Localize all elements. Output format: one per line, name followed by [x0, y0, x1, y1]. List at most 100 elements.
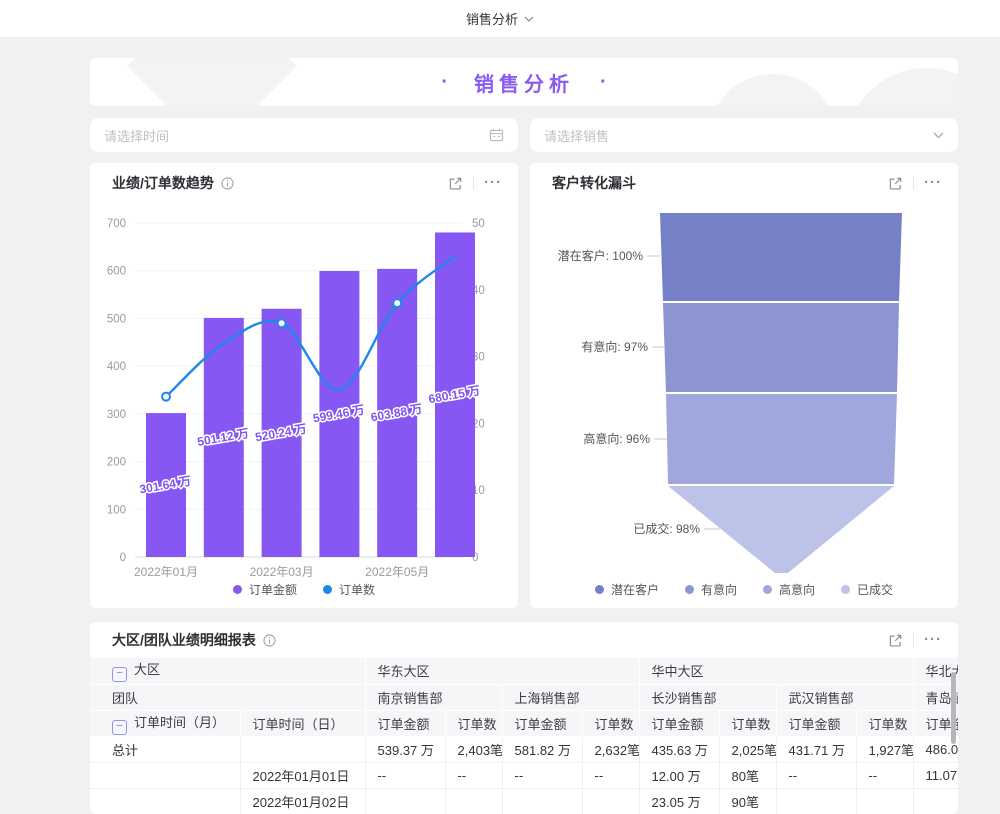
- value-cell: 581.82 万: [502, 736, 582, 762]
- metric-header: 订单数: [582, 710, 639, 736]
- top-bar: 销售分析: [0, 0, 1000, 38]
- legend-dot-icon: [841, 585, 850, 594]
- value-cell: --: [856, 762, 913, 788]
- table-row-team: 团队 南京销售部上海销售部长沙销售部武汉销售部青岛销售部: [90, 684, 958, 710]
- sales-select-input[interactable]: 请选择销售: [530, 118, 958, 152]
- team-header: 南京销售部: [365, 684, 502, 710]
- metric-header: 订单金额: [365, 710, 445, 736]
- more-menu-icon[interactable]: ···: [924, 635, 942, 645]
- team-header: 武汉销售部: [776, 684, 913, 710]
- legend-item[interactable]: 潜在客户: [595, 581, 659, 598]
- export-icon[interactable]: [888, 633, 903, 648]
- app-title[interactable]: 销售分析: [466, 9, 518, 28]
- table-row-metrics: 订单时间（月） 订单时间（日） 订单金额订单数订单金额订单数订单金额订单数订单金…: [90, 710, 958, 736]
- value-cell: [582, 788, 639, 814]
- svg-text:400: 400: [107, 361, 126, 373]
- info-icon[interactable]: [263, 634, 276, 647]
- page-title: 销售分析: [474, 68, 574, 97]
- metric-header: 订单数: [856, 710, 913, 736]
- value-cell: [776, 788, 856, 814]
- legend-item[interactable]: 已成交: [841, 581, 893, 598]
- report-table-scroll-area[interactable]: 大区 华东大区 华中大区 华北大区 团队 南京销售部上海销售部长沙销售部武汉销售…: [90, 658, 958, 814]
- legend-item[interactable]: 有意向: [685, 581, 737, 598]
- metric-header: 订单数: [719, 710, 776, 736]
- team-header: 上海销售部: [502, 684, 639, 710]
- time-select-placeholder: 请选择时间: [104, 126, 169, 145]
- order-day-cell: 2022年01月02日: [240, 788, 365, 814]
- value-cell: 23.05 万: [639, 788, 719, 814]
- value-cell: 2,025笔: [719, 736, 776, 762]
- value-cell: 2,403笔: [445, 736, 502, 762]
- value-cell: 11.07: [913, 762, 958, 788]
- order-month-cell: [90, 762, 240, 788]
- value-cell: 539.37 万: [365, 736, 445, 762]
- funnel-stage[interactable]: [666, 394, 897, 484]
- legend-dot-icon: [685, 585, 694, 594]
- table-row: 2022年01月01日--------12.00 万80笔----11.07: [90, 762, 958, 788]
- svg-text:300: 300: [107, 409, 126, 421]
- calendar-icon: [489, 128, 504, 142]
- table-row-region: 大区 华东大区 华中大区 华北大区: [90, 658, 958, 684]
- svg-text:500: 500: [107, 313, 126, 325]
- banner: · 销售分析 ·: [90, 58, 958, 106]
- legend-item-order-count[interactable]: 订单数: [323, 581, 375, 598]
- collapse-icon[interactable]: [112, 720, 127, 735]
- value-cell: [502, 788, 582, 814]
- metric-header: 订单金额: [776, 710, 856, 736]
- region-corner-cell: 大区: [90, 658, 365, 684]
- value-cell: --: [502, 762, 582, 788]
- time-select-input[interactable]: 请选择时间: [90, 118, 518, 152]
- value-cell: [445, 788, 502, 814]
- more-menu-icon[interactable]: ···: [924, 178, 942, 188]
- order-month-header: 订单时间（月）: [90, 710, 240, 736]
- order-day-cell: 2022年01月01日: [240, 762, 365, 788]
- svg-text:高意向: 96%: 高意向: 96%: [583, 431, 650, 446]
- legend-dot-icon: [763, 585, 772, 594]
- svg-text:600: 600: [107, 266, 126, 278]
- table-row: 2022年01月02日 23.05 万90笔: [90, 788, 958, 814]
- value-cell: 431.71 万: [776, 736, 856, 762]
- value-cell: --: [445, 762, 502, 788]
- table-row: 总计539.37 万2,403笔581.82 万2,632笔435.63 万2,…: [90, 736, 958, 762]
- funnel-stage[interactable]: [668, 486, 894, 573]
- svg-text:有意向: 97%: 有意向: 97%: [581, 339, 648, 354]
- funnel-chart-card: 客户转化漏斗 ··· 潜在客户: 100% 有意向: 97% 高意向: 96% 已成交…: [530, 163, 958, 608]
- funnel-chart-title: 客户转化漏斗: [552, 173, 636, 193]
- funnel-stage[interactable]: [660, 213, 902, 301]
- svg-text:已成交: 98%: 已成交: 98%: [633, 521, 700, 536]
- legend-label: 有意向: [701, 581, 737, 598]
- export-icon[interactable]: [888, 176, 903, 191]
- value-cell: 90笔: [719, 788, 776, 814]
- value-cell: 12.00 万: [639, 762, 719, 788]
- funnel-stage[interactable]: [663, 303, 899, 392]
- order-month-cell: [90, 788, 240, 814]
- legend-dot-icon: [323, 585, 332, 594]
- legend-item[interactable]: 高意向: [763, 581, 815, 598]
- svg-text:0: 0: [120, 552, 126, 564]
- legend-item-order-amount[interactable]: 订单金额: [233, 581, 297, 598]
- report-table-title: 大区/团队业绩明细报表: [112, 630, 256, 650]
- value-cell: --: [365, 762, 445, 788]
- value-cell: --: [776, 762, 856, 788]
- team-header: 长沙销售部: [639, 684, 776, 710]
- chevron-down-icon[interactable]: [524, 16, 534, 22]
- report-table: 大区 华东大区 华中大区 华北大区 团队 南京销售部上海销售部长沙销售部武汉销售…: [90, 658, 958, 814]
- collapse-icon[interactable]: [112, 667, 127, 682]
- trend-chart: 010020030040050060070001020304050301.64 …: [90, 163, 518, 608]
- info-icon[interactable]: [221, 177, 234, 190]
- funnel-legend: 潜在客户 有意向 高意向 已成交: [530, 581, 958, 598]
- legend-label: 高意向: [779, 581, 815, 598]
- banner-right-dot: ·: [600, 71, 607, 94]
- legend-label: 订单数: [339, 581, 375, 598]
- more-menu-icon[interactable]: ···: [484, 178, 502, 188]
- report-table-card: 大区/团队业绩明细报表 ··· 大区 华东大区 华中大: [90, 622, 958, 814]
- banner-decoration-dome: [708, 74, 838, 106]
- sales-select-placeholder: 请选择销售: [544, 126, 609, 145]
- svg-text:潜在客户: 100%: 潜在客户: 100%: [558, 248, 644, 263]
- region-header: 华中大区: [639, 658, 913, 684]
- export-icon[interactable]: [448, 176, 463, 191]
- legend-label: 订单金额: [249, 581, 297, 598]
- table-vertical-scrollbar[interactable]: [951, 672, 956, 744]
- funnel-chart: 潜在客户: 100% 有意向: 97% 高意向: 96% 已成交: 98%: [530, 163, 958, 608]
- svg-text:100: 100: [107, 504, 126, 516]
